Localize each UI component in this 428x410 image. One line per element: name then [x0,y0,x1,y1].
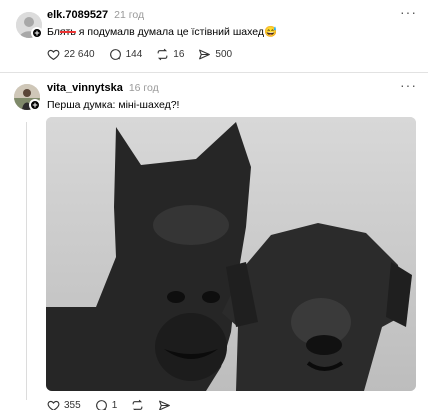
share-button[interactable]: 500 [198,48,232,61]
post-1: + elk.7089527 21 год ··· Блять я подумал… [0,0,428,70]
comment-button[interactable]: 1 [95,399,118,410]
comment-icon [109,49,121,60]
post-text: Блять я подумалв думала це їстівний шахе… [47,25,277,38]
repost-button[interactable]: 16 [156,48,184,61]
comment-button[interactable]: 144 [109,48,143,61]
like-button[interactable]: 22 640 [47,48,95,61]
repost-icon [132,399,143,410]
like-count: 22 640 [64,49,95,60]
post-actions: 22 640 144 16 500 [47,48,232,61]
timestamp: 21 год [114,9,145,21]
more-icon[interactable]: ··· [400,5,416,20]
comment-count: 144 [125,49,143,60]
post-actions: 355 1 [47,399,171,410]
heart-icon [47,49,60,61]
comment-icon [95,400,107,410]
post-text-start: Бл [47,26,60,38]
repost-button[interactable] [131,399,144,410]
send-icon [159,400,171,410]
emoji: 😅 [263,26,278,38]
post-header: vita_vinnytska 16 год [47,82,159,94]
comment-count: 1 [111,400,118,410]
send-icon [199,49,211,60]
thread-line [26,122,27,400]
post-2: + vita_vinnytska 16 год ··· Перша думка:… [0,76,428,410]
post-image[interactable] [46,117,416,391]
repost-count: 16 [173,49,185,60]
follow-plus-icon[interactable]: + [29,99,41,111]
post-text: Перша думка: міні-шахед?! [47,99,180,111]
heart-icon [47,400,60,410]
username[interactable]: elk.7089527 [47,9,108,21]
repost-icon [157,48,168,61]
horse-and-dog-photo [46,117,416,391]
like-count: 355 [64,400,81,410]
post-header: elk.7089527 21 год [47,9,144,21]
post-text-struck: ять [59,26,76,38]
share-button[interactable] [158,399,171,410]
divider [0,72,428,73]
share-count: 500 [215,49,233,60]
like-button[interactable]: 355 [47,399,81,410]
username[interactable]: vita_vinnytska [47,82,123,94]
post-text-rest: я подумалв думала це їстівний шахед [75,26,264,38]
more-icon[interactable]: ··· [400,78,416,93]
follow-plus-icon[interactable]: + [31,27,43,39]
timestamp: 16 год [128,82,159,94]
